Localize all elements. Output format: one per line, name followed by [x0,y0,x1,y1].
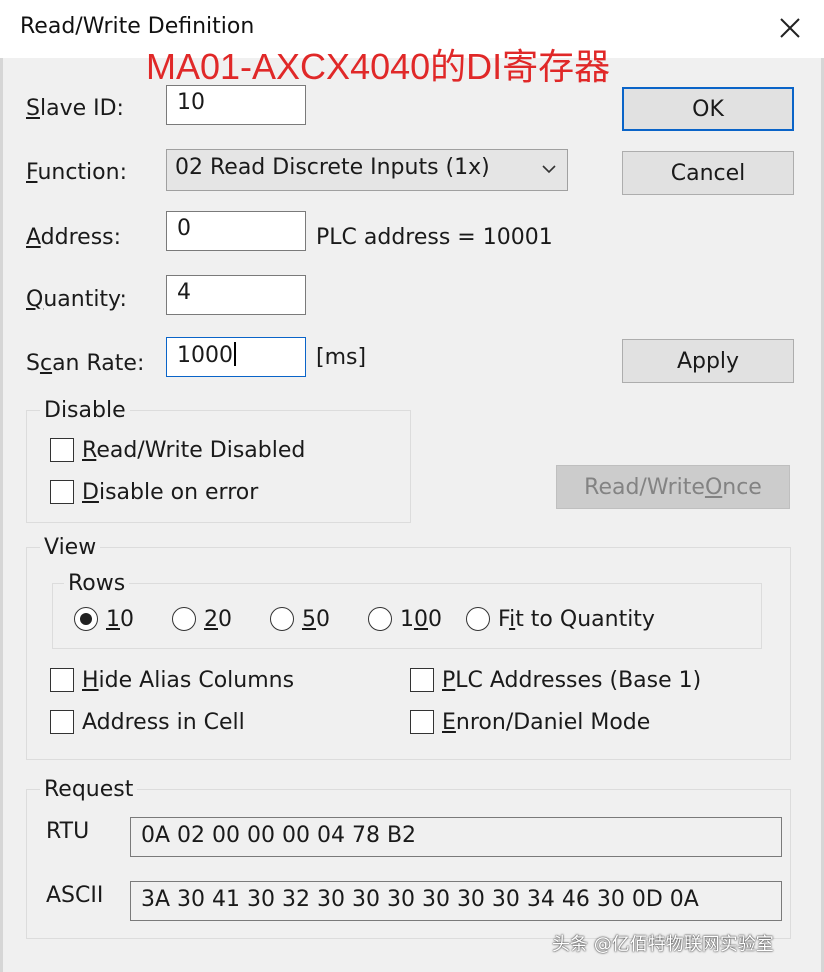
rows-100-radio[interactable] [368,607,392,631]
scan-rate-value: 1000 [177,343,233,368]
rows-group-legend: Rows [64,571,130,596]
hide-alias-columns-checkbox[interactable] [50,668,74,692]
address-input[interactable]: 0 [166,211,306,251]
ok-button[interactable]: OK [622,87,794,131]
scan-rate-label: Scan Rate: [26,351,145,376]
read-write-once-button[interactable]: Read/Write Once [556,465,790,509]
rows-20-radio[interactable] [172,607,196,631]
function-select[interactable]: 02 Read Discrete Inputs (1x) [166,149,568,191]
window-title: Read/Write Definition [20,14,255,39]
rows-fit-to-quantity-label[interactable]: Fit to Quantity [498,607,655,632]
rows-fit-to-quantity-radio[interactable] [466,607,490,631]
disable-group [26,410,411,523]
rows-10-radio[interactable] [74,607,98,631]
disable-on-error-label[interactable]: Disable on error [82,480,258,505]
rows-10-label[interactable]: 10 [106,607,134,632]
rows-100-label[interactable]: 100 [400,607,442,632]
address-in-cell-checkbox[interactable] [50,710,74,734]
plc-address-text: PLC address = 10001 [316,225,553,250]
rows-50-label[interactable]: 50 [302,607,330,632]
ascii-request-field[interactable]: 3A 30 41 30 32 30 30 30 30 30 30 34 46 3… [130,881,782,921]
rows-50-radio[interactable] [270,607,294,631]
plc-addresses-label[interactable]: PLC Addresses (Base 1) [442,668,701,693]
close-icon [780,18,800,38]
scan-rate-unit: [ms] [316,345,367,370]
slave-id-label: Slave ID: [26,96,124,121]
read-write-disabled-label[interactable]: Read/Write Disabled [82,438,305,463]
chevron-down-icon [542,165,556,174]
rtu-label: RTU [46,819,90,844]
disable-group-legend: Disable [40,398,130,423]
cancel-button[interactable]: Cancel [622,151,794,195]
function-label: Function: [26,160,127,185]
quantity-input[interactable]: 4 [166,275,306,315]
plc-addresses-checkbox[interactable] [410,668,434,692]
function-select-value: 02 Read Discrete Inputs (1x) [175,155,490,180]
quantity-label: Quantity: [26,287,127,312]
address-in-cell-label[interactable]: Address in Cell [82,710,245,735]
apply-button[interactable]: Apply [622,339,794,383]
window-border-left [0,58,3,972]
request-group-legend: Request [40,777,138,802]
enron-daniel-mode-checkbox[interactable] [410,710,434,734]
rows-20-label[interactable]: 20 [204,607,232,632]
address-label: Address: [26,225,122,250]
ascii-label: ASCII [46,883,104,908]
enron-daniel-mode-label[interactable]: Enron/Daniel Mode [442,710,650,735]
overlay-caption: MA01-AXCX4040的DI寄存器 [146,46,611,87]
text-caret [234,342,236,366]
read-write-disabled-checkbox[interactable] [50,438,74,462]
slave-id-input[interactable]: 10 [166,85,306,125]
disable-on-error-checkbox[interactable] [50,480,74,504]
view-group-legend: View [40,535,101,560]
hide-alias-columns-label[interactable]: Hide Alias Columns [82,668,294,693]
rtu-request-field[interactable]: 0A 02 00 00 00 04 78 B2 [130,817,782,857]
watermark-text: 头条 @亿佰特物联网实验室 [552,934,774,955]
close-button[interactable] [768,8,812,48]
scan-rate-input[interactable]: 1000 [166,337,306,377]
